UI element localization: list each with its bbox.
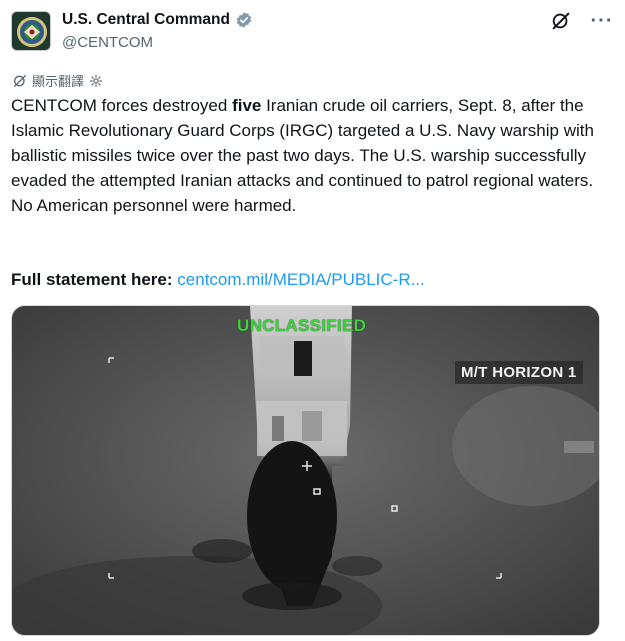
tweet-text-part1: CENTCOM forces destroyed (11, 96, 233, 115)
translate-icon (12, 73, 28, 89)
tweet-text: CENTCOM forces destroyed five Iranian cr… (11, 93, 603, 218)
translate-row[interactable]: 顯示翻譯 (12, 71, 103, 90)
statement-link[interactable]: centcom.mil/MEDIA/PUBLIC-R... (177, 270, 425, 289)
name-row: U.S. Central Command (62, 11, 253, 29)
verified-badge-icon (235, 11, 253, 29)
centcom-seal-icon (12, 12, 50, 50)
tweet-card: U.S. Central Command @CENTCOM ··· 顯示翻譯 C… (0, 0, 625, 641)
tweet-header: U.S. Central Command @CENTCOM ··· (11, 8, 614, 54)
display-name[interactable]: U.S. Central Command (62, 11, 230, 29)
media-video[interactable]: UNCLASSIFIED M/T HORIZON 1 (11, 305, 600, 636)
grok-icon[interactable] (550, 10, 572, 32)
ship-name-label: M/T HORIZON 1 (455, 361, 583, 384)
unclassified-label: UNCLASSIFIED (237, 316, 367, 335)
statement-line: Full statement here: centcom.mil/MEDIA/P… (11, 267, 425, 292)
tweet-text-bold: five (232, 96, 262, 115)
statement-label: Full statement here: (11, 270, 173, 289)
thermal-footage-image (12, 306, 599, 635)
translate-label[interactable]: 顯示翻譯 (32, 71, 84, 90)
more-icon[interactable]: ··· (590, 10, 614, 32)
gear-icon[interactable] (89, 74, 103, 88)
handle[interactable]: @CENTCOM (62, 34, 153, 51)
avatar[interactable] (11, 11, 51, 51)
